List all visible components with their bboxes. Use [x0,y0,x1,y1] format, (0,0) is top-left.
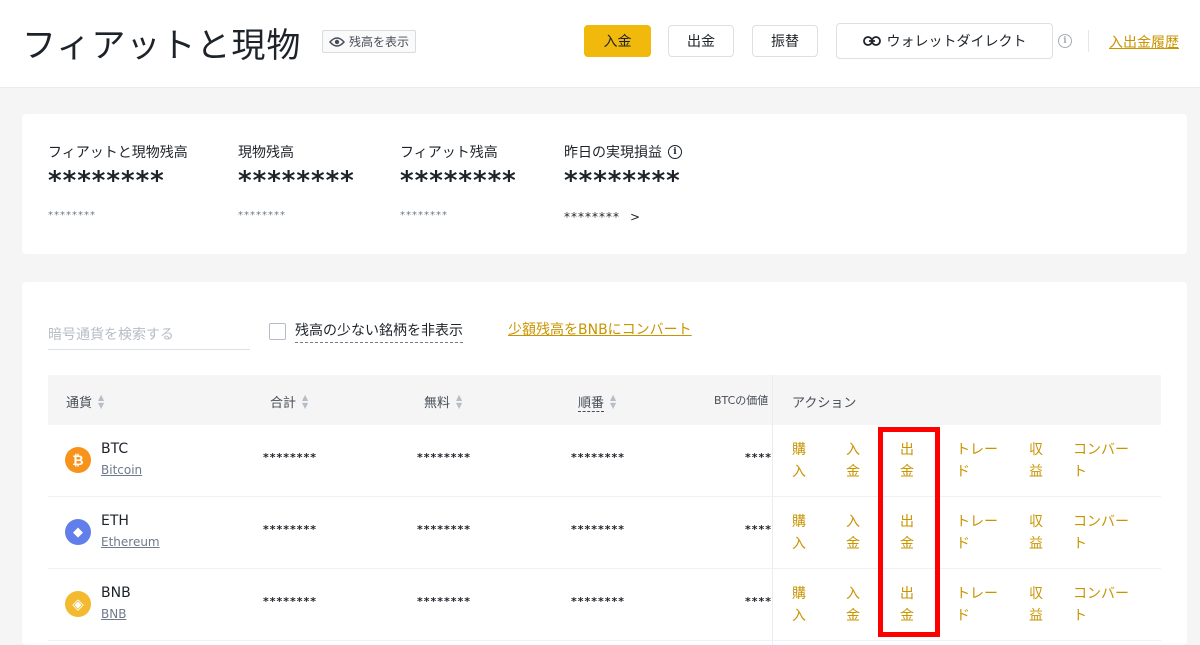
btc-value: ******** [745,595,772,608]
spot-balance-value: ******** [238,166,355,196]
hide-small-label: 残高の少ない銘柄を非表示 [295,320,463,343]
spot-balance: 現物残高 ******** ******** [238,142,355,221]
bnb-icon: ◈ [65,591,91,617]
info-icon[interactable]: i [668,145,682,159]
col-total-label: 合計 [270,396,297,411]
divider [1088,30,1089,52]
withdraw-highlight-box [878,427,940,637]
fiat-balance-value: ******** [400,166,517,196]
total-balance: フィアットと現物残高 ******** ******** [48,142,188,221]
show-balance-label: 残高を表示 [349,35,410,49]
buy-action[interactable]: 購 入 [792,439,806,483]
col-coin-label: 通貨 [66,396,93,411]
link-icon [862,36,881,46]
ethereum-icon: ◆ [65,519,91,545]
trade-action[interactable]: トレー ド [956,583,998,627]
available-value: ******** [417,523,472,536]
col-coin[interactable]: 通貨 ▲ ▼ [66,392,104,411]
col-available[interactable]: 無料 ▲ ▼ [424,392,462,411]
convert-action[interactable]: コンバー ト [1073,511,1129,555]
page-header: フィアットと現物 残高を表示 入金 出金 振替 ウォレットダイレクト i 入出金… [0,0,1200,88]
coin-symbol: BNB [101,585,131,601]
balance-card: フィアットと現物残高 ******** ******** 現物残高 ******… [22,114,1187,254]
col-available-label: 無料 [424,396,451,411]
wallet-direct-label: ウォレットダイレクト [886,34,1027,50]
sort-icon: ▲ ▼ [456,392,463,410]
coin-name-link[interactable]: Ethereum [101,535,160,549]
buy-action[interactable]: 購 入 [792,511,806,555]
col-total[interactable]: 合計 ▲ ▼ [270,392,308,411]
eye-icon [329,36,345,47]
total-value: ******** [263,451,318,464]
fiat-balance-sub: ******** [400,210,448,221]
col-btc-value[interactable]: BTCの価値 [714,392,772,408]
sort-icon: ▲ ▼ [610,393,617,410]
show-balance-button[interactable]: 残高を表示 [322,30,417,53]
history-link[interactable]: 入出金履歴 [1109,32,1179,52]
deposit-action[interactable]: 入 金 [846,583,860,627]
trade-action[interactable]: トレー ド [956,511,998,555]
deposit-action[interactable]: 入 金 [846,439,860,483]
spot-balance-label: 現物残高 [238,145,294,161]
order-value: ******** [571,451,626,464]
convert-small-link[interactable]: 少額残高をBNBにコンバート [508,319,692,339]
buy-action[interactable]: 購 入 [792,583,806,627]
total-value: ******** [263,595,318,608]
deposit-button[interactable]: 入金 [584,25,651,57]
btc-value: ******** [745,451,772,464]
pnl-value: ******** [564,166,681,196]
assets-card: 残高の少ない銘柄を非表示 少額残高をBNBにコンバート 通貨 ▲▼ 合計 ▲▼ 無料… [22,282,1187,645]
sort-icon: ▲ ▼ [302,392,309,410]
sort-icon: ▲ ▼ [98,392,105,410]
coin-name-link[interactable]: Bitcoin [101,463,142,477]
total-balance-label: フィアットと現物残高 [48,145,188,161]
coin-symbol: ETH [101,513,129,529]
deposit-action[interactable]: 入 金 [846,511,860,555]
table-row: ◈ BNB BNB ******** ******** ******** ***… [48,569,1161,641]
table-row: ◆ ETH Ethereum ******** ******** *******… [48,497,1161,569]
spot-balance-sub: ******** [238,210,286,221]
total-balance-sub: ******** [48,210,96,221]
bitcoin-icon: ₿ [65,447,91,473]
available-value: ******** [417,451,472,464]
transfer-button[interactable]: 振替 [752,25,818,57]
pnl-sub-row[interactable]: ******** > [564,210,682,224]
earn-action[interactable]: 収 益 [1029,583,1043,627]
convert-action[interactable]: コンバー ト [1073,439,1129,483]
hide-small-checkbox[interactable] [269,323,286,340]
total-balance-value: ******** [48,166,165,196]
convert-action[interactable]: コンバー ト [1073,583,1129,627]
available-value: ******** [417,595,472,608]
hide-small-balances-toggle[interactable]: 残高の少ない銘柄を非表示 [269,320,463,343]
coin-name-link[interactable]: BNB [101,607,126,621]
info-icon[interactable]: i [1058,34,1072,48]
pnl-sub: ******** [564,210,620,224]
withdraw-button[interactable]: 出金 [668,25,734,57]
wallet-direct-button[interactable]: ウォレットダイレクト [836,23,1053,59]
pnl-balance: 昨日の実現損益 i ******** ******** > [564,142,682,224]
pnl-label: 昨日の実現損益 [564,145,662,161]
total-value: ******** [263,523,318,536]
order-value: ******** [571,595,626,608]
fiat-balance: フィアット残高 ******** ******** [400,142,517,221]
fiat-balance-label: フィアット残高 [400,145,498,161]
earn-action[interactable]: 収 益 [1029,511,1043,555]
page-title: フィアットと現物 [22,26,302,66]
search-input[interactable] [48,320,250,350]
trade-action[interactable]: トレー ド [956,439,998,483]
pnl-label-row: 昨日の実現損益 i [564,142,682,162]
col-order[interactable]: 順番 ▲ ▼ [578,392,616,412]
coin-symbol: BTC [101,441,129,457]
col-order-label: 順番 [578,392,605,412]
table-row: ₿ BTC Bitcoin ******** ******** ********… [48,425,1161,497]
chevron-right-icon[interactable]: > [630,210,641,224]
order-value: ******** [571,523,626,536]
btc-value: ******** [745,523,772,536]
earn-action[interactable]: 収 益 [1029,439,1043,483]
